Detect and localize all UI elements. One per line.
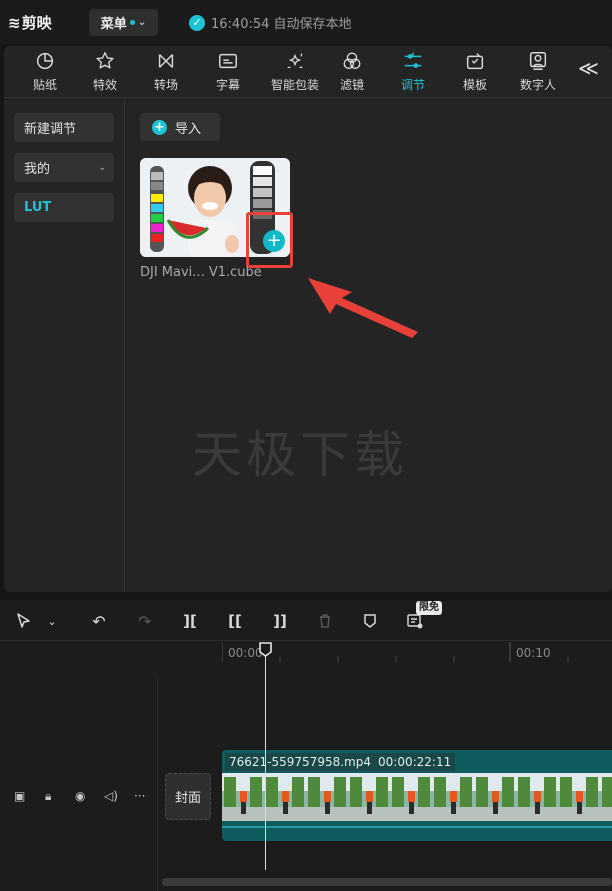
highlight-box (246, 212, 293, 268)
delete-icon[interactable] (315, 611, 335, 631)
film-frame (306, 773, 348, 821)
tab-filter[interactable]: 滤镜 (323, 46, 381, 97)
sidebar-item-label: LUT (24, 200, 52, 215)
clip-duration: 00:00:22:11 (374, 753, 456, 771)
film-frame (558, 773, 600, 821)
template-icon (466, 53, 484, 70)
eye-icon[interactable]: ◉ (75, 789, 85, 803)
playhead-line (265, 655, 266, 870)
tab-label: 贴纸 (32, 78, 57, 92)
adjust-sliders-icon (404, 52, 422, 68)
lock-icon[interactable]: 🔒︎ (45, 789, 51, 804)
tab-label: 智能包装 (270, 78, 319, 92)
tab-smart-package[interactable]: 智能包装 (260, 46, 330, 97)
sidebar-item-label: 我的 (24, 162, 51, 177)
video-track-icon: ▣ (14, 789, 26, 803)
film-frame (264, 773, 306, 821)
playhead-handle[interactable] (259, 642, 272, 657)
film-frame (516, 773, 558, 821)
clip-frames (222, 773, 612, 821)
cover-button[interactable]: 封面 (165, 773, 211, 820)
tab-label: 转场 (153, 78, 178, 92)
watermark-text: 天极下载 (192, 426, 408, 484)
film-frame (600, 773, 612, 821)
autosave-text: 16:40:54 自动保存本地 (211, 17, 352, 32)
check-icon: ✓ (189, 14, 205, 31)
free-badge: 限免 (416, 601, 442, 615)
effects-star-icon (96, 52, 114, 69)
pointer-arrow-icon (308, 278, 418, 338)
tab-template[interactable]: 模板 (446, 46, 504, 97)
capcut-logo-icon: ≋ (8, 13, 21, 32)
undo-icon[interactable]: ↶ (89, 611, 109, 631)
adjust-sidebar: 新建调节 我的 ⌄ LUT (4, 98, 125, 592)
smart-package-icon (287, 53, 303, 69)
import-label: 导入 (175, 121, 202, 137)
chevron-down-icon[interactable]: ⌄ (42, 611, 62, 631)
chevron-down-icon: ⌄ (98, 162, 106, 173)
sidebar-item-lut[interactable]: LUT (14, 193, 114, 222)
marker-icon[interactable] (360, 611, 380, 631)
tab-label: 滤镜 (339, 78, 364, 92)
film-frame (390, 773, 432, 821)
autosave-status: ✓ 16:40:54 自动保存本地 (189, 13, 352, 32)
timeline-scrollbar[interactable] (162, 878, 612, 886)
sidebar-item-mine[interactable]: 我的 ⌄ (14, 153, 114, 182)
trim-left-icon[interactable]: [[ (225, 611, 245, 631)
ruler-label: 00:10 (516, 646, 551, 660)
volume-icon[interactable]: ◁) (104, 789, 118, 803)
menu-button[interactable]: 菜单 ⌄ (89, 9, 158, 36)
audio-waveform-line (222, 826, 612, 828)
film-frame (222, 773, 264, 821)
sticker-icon (36, 52, 54, 70)
collapse-panel-icon[interactable]: ≪ (578, 56, 599, 80)
time-ruler[interactable] (221, 642, 612, 664)
ruler-label: 00:00 (228, 646, 263, 660)
sidebar-item-label: 新建调节 (24, 122, 77, 137)
split-icon[interactable]: ][ (180, 611, 200, 631)
select-cursor-icon[interactable] (14, 611, 34, 631)
app-name: 剪映 (21, 14, 52, 32)
menu-label: 菜单 (100, 17, 127, 32)
tab-adjust[interactable]: 调节 (384, 46, 442, 97)
tab-label: 数字人 (519, 78, 556, 92)
tab-subtitle[interactable]: 字幕 (199, 46, 257, 97)
tab-label: 调节 (400, 78, 425, 92)
trim-right-icon[interactable]: ]] (270, 611, 290, 631)
import-button[interactable]: + 导入 (140, 113, 220, 141)
material-toolbar: 贴纸 特效 转场 字幕 智能包装 滤镜 调节 模板 数字人 (4, 46, 612, 98)
film-frame (348, 773, 390, 821)
more-icon[interactable]: ··· (134, 789, 145, 803)
tab-label: 模板 (462, 78, 487, 92)
digital-human-icon (529, 52, 547, 70)
clip-filename: 76621-559757958.mp4 (225, 753, 375, 771)
plus-icon: + (152, 119, 167, 135)
sidebar-item-new-adjust[interactable]: 新建调节 (14, 113, 114, 142)
filter-icon (343, 52, 361, 70)
menu-notify-dot (129, 20, 135, 25)
film-frame (432, 773, 474, 821)
film-frame (474, 773, 516, 821)
lut-item-label: DJI Mavi... V1.cube (140, 265, 262, 280)
tab-digital-human[interactable]: 数字人 (509, 46, 567, 97)
tab-label: 特效 (92, 78, 117, 92)
tab-transition[interactable]: 转场 (137, 46, 195, 97)
chevron-down-icon: ⌄ (137, 17, 147, 28)
subtitle-icon (219, 53, 237, 69)
redo-icon[interactable]: ↷ (135, 611, 155, 631)
tab-sticker[interactable]: 贴纸 (16, 46, 74, 97)
tab-label: 字幕 (215, 78, 240, 92)
tab-effects[interactable]: 特效 (76, 46, 134, 97)
app-logo: ≋ 剪映 (8, 12, 52, 33)
transition-icon (158, 54, 174, 68)
